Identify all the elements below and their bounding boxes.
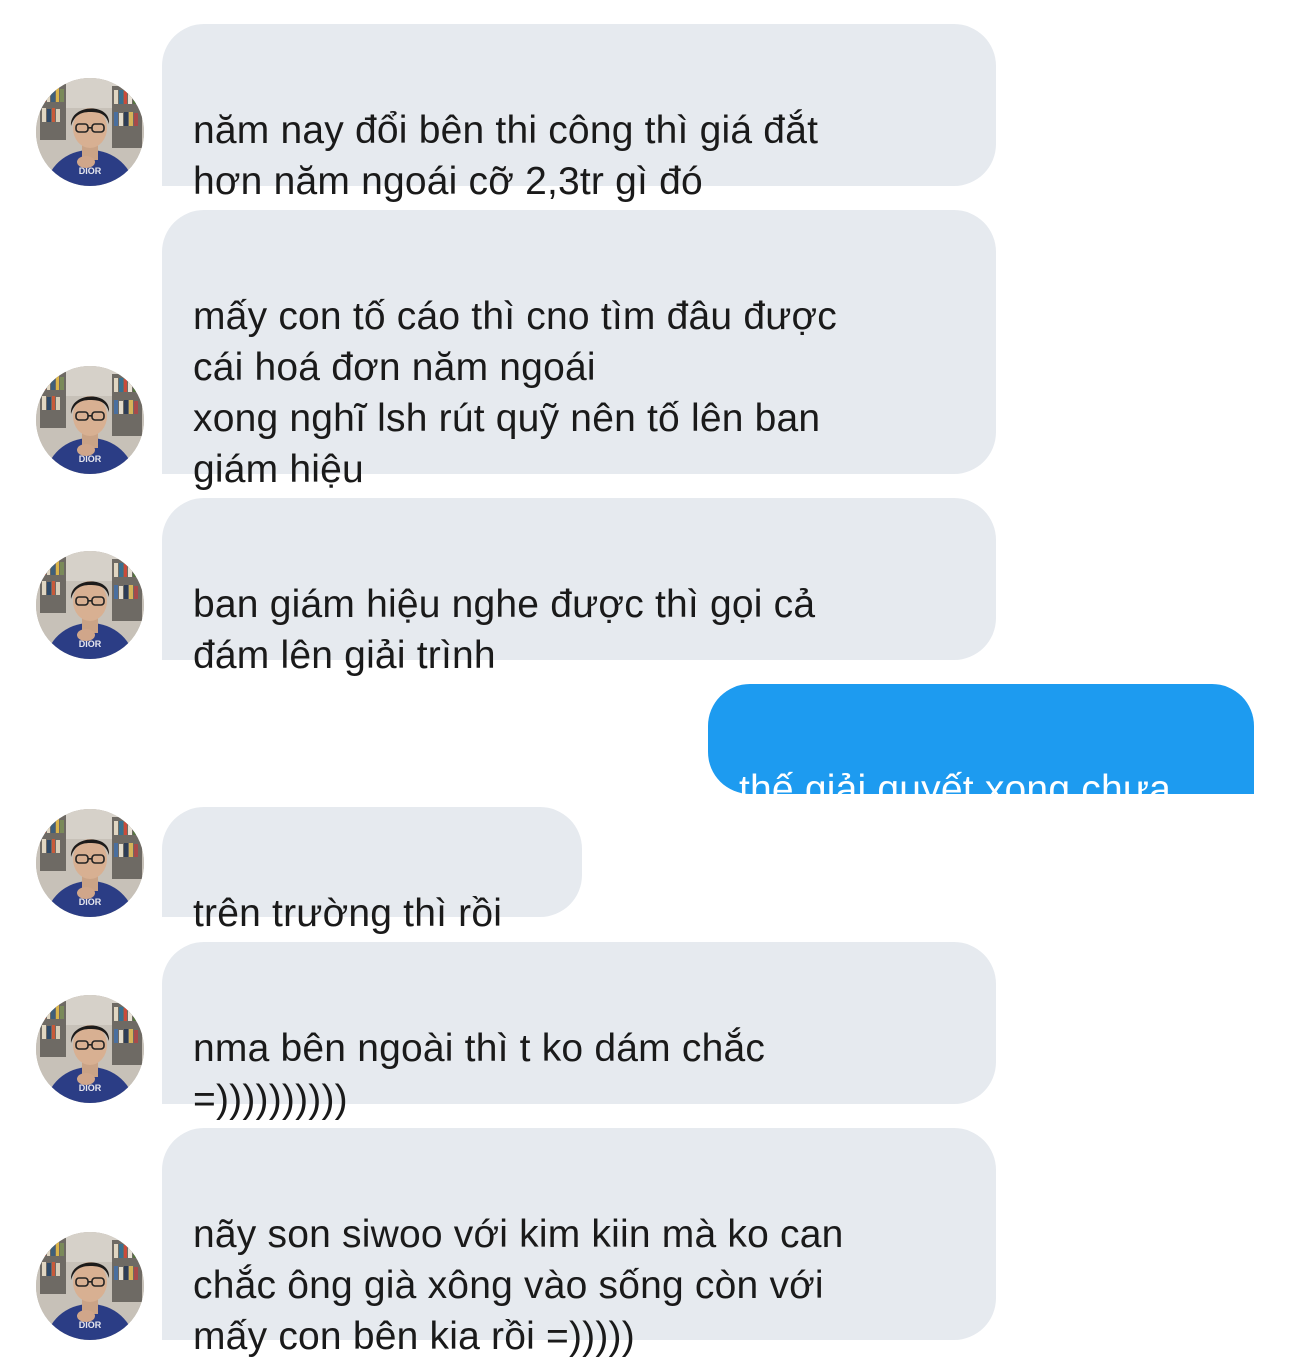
avatar-image — [36, 366, 144, 474]
contact-avatar[interactable] — [36, 1232, 144, 1340]
message-text: mấy con tố cáo thì cno tìm đâu được cái … — [193, 295, 837, 491]
message-bubble-incoming[interactable]: trên trường thì rồi — [162, 807, 582, 935]
message-text: nãy son siwoo với kim kiin mà ko can chắ… — [193, 1213, 844, 1358]
message-text: nma bên ngoài thì t ko dám chắc =)))))))… — [193, 1027, 766, 1121]
message-bubble-outgoing[interactable]: thế giải quyết xong chưa — [708, 684, 1254, 811]
contact-avatar[interactable] — [36, 366, 144, 474]
message-bubble-incoming[interactable]: nma bên ngoài thì t ko dám chắc =)))))))… — [162, 942, 996, 1121]
message-text: trên trường thì rồi — [193, 892, 503, 935]
avatar-image — [36, 1232, 144, 1340]
avatar-image — [36, 551, 144, 659]
contact-avatar[interactable] — [36, 78, 144, 186]
avatar-image — [36, 78, 144, 186]
message-text: ban giám hiệu nghe được thì gọi cả đám l… — [193, 583, 816, 677]
message-bubble-incoming[interactable]: nãy son siwoo với kim kiin mà ko can chắ… — [162, 1128, 996, 1358]
message-bubble-incoming[interactable]: ban giám hiệu nghe được thì gọi cả đám l… — [162, 498, 996, 677]
contact-avatar[interactable] — [36, 551, 144, 659]
contact-avatar[interactable] — [36, 995, 144, 1103]
message-bubble-incoming[interactable]: năm nay đổi bên thi công thì giá đắt hơn… — [162, 24, 996, 203]
avatar-image — [36, 809, 144, 917]
conversation: năm nay đổi bên thi công thì giá đắt hơn… — [0, 0, 1290, 1358]
message-text: năm nay đổi bên thi công thì giá đắt hơn… — [193, 109, 819, 203]
message-bubble-incoming[interactable]: mấy con tố cáo thì cno tìm đâu được cái … — [162, 210, 996, 491]
contact-avatar[interactable] — [36, 809, 144, 917]
message-text: thế giải quyết xong chưa — [739, 768, 1172, 811]
avatar-image — [36, 995, 144, 1103]
